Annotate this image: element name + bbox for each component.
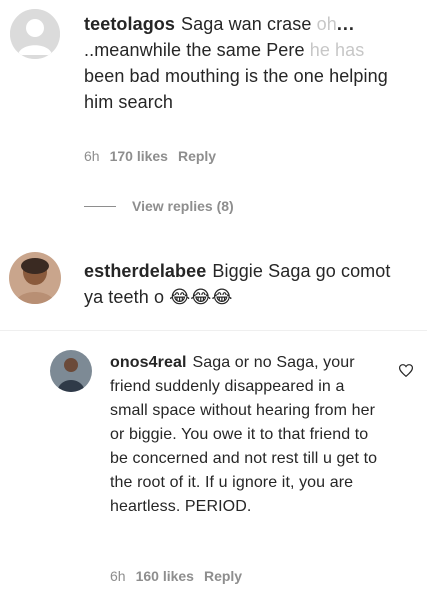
reply-button[interactable]: Reply: [178, 148, 216, 164]
divider-line: [84, 205, 116, 207]
reply-button[interactable]: Reply: [204, 568, 242, 584]
username[interactable]: estherdelabee: [84, 261, 206, 281]
default-avatar-icon: [10, 9, 60, 59]
username[interactable]: onos4real: [110, 354, 187, 371]
profile-photo: [9, 252, 61, 304]
divider: [0, 330, 427, 331]
comment-estherdelabee: estherdelabee Biggie Saga go comot ya tee…: [0, 240, 427, 320]
timestamp: 6h: [84, 148, 100, 164]
comment-text: teetolagos Saga wan crase oh... ..meanwhi…: [84, 14, 388, 112]
avatar[interactable]: [9, 252, 61, 304]
comment-text: estherdelabee Biggie Saga go comot ya tee…: [84, 261, 391, 307]
comment-meta: 6h 160 likes Reply: [110, 567, 242, 585]
profile-photo: [50, 350, 92, 392]
avatar[interactable]: [10, 9, 60, 59]
username[interactable]: teetolagos: [84, 14, 175, 34]
comment-text: onos4real Saga or no Saga, your friend su…: [110, 354, 378, 515]
more-button[interactable]: ...: [337, 14, 355, 34]
view-replies-button[interactable]: View replies (8): [84, 198, 234, 214]
timestamp: 6h: [110, 568, 126, 584]
comment-onos4real: onos4real Saga or no Saga, your friend su…: [0, 340, 427, 598]
heart-outline-icon[interactable]: [398, 364, 414, 382]
likes-count[interactable]: 160 likes: [136, 568, 194, 584]
comment-teetolagos: teetolagos Saga wan crase oh... ..meanwhi…: [0, 0, 427, 230]
comment-meta: 6h 170 likes Reply: [84, 147, 216, 165]
likes-count[interactable]: 170 likes: [110, 148, 168, 164]
avatar[interactable]: [50, 350, 92, 392]
